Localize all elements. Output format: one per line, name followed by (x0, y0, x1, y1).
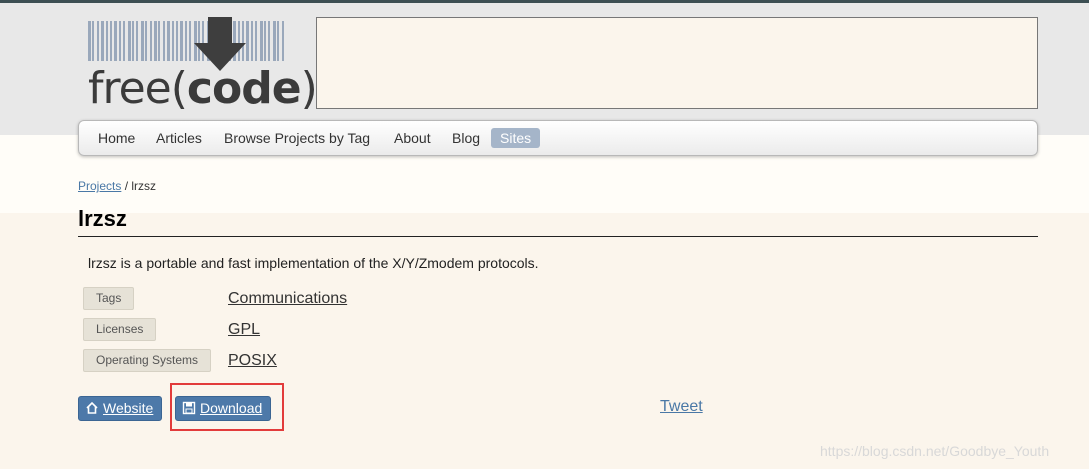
home-icon (86, 401, 98, 414)
breadcrumb-current: lrzsz (131, 179, 157, 193)
nav-browse-projects-by-tag[interactable]: Browse Projects by Tag (215, 128, 379, 148)
meta-label-tags: Tags (83, 287, 135, 310)
barcode-stripe (154, 21, 157, 61)
barcode-stripe (162, 21, 165, 61)
barcode-graphic (88, 21, 286, 61)
breadcrumb: Projects / lrzsz (78, 179, 156, 193)
barcode-stripe (123, 21, 126, 61)
barcode-stripe (259, 21, 263, 61)
meta-value-licenses[interactable]: GPL (228, 321, 260, 339)
barcode-stripe (264, 21, 266, 61)
barcode-stripe (127, 21, 131, 61)
barcode-stripe (118, 21, 121, 61)
title-divider (78, 236, 1038, 237)
barcode-stripe (281, 21, 284, 61)
breadcrumb-projects-link[interactable]: Projects (78, 179, 121, 193)
barcode-stripe (158, 21, 161, 61)
website-button[interactable]: Website (78, 396, 163, 421)
nav-about[interactable]: About (385, 128, 440, 148)
site-logo[interactable]: free(code): (88, 17, 332, 114)
barcode-stripe (255, 21, 258, 61)
barcode-stripe (92, 21, 95, 61)
barcode-stripe (180, 21, 184, 61)
main-nav: Home Articles Browse Projects by Tag Abo… (78, 120, 1038, 156)
page-title: lrzsz (78, 206, 127, 231)
barcode-stripe (171, 21, 174, 61)
barcode-stripe (132, 21, 134, 61)
breadcrumb-separator: / (124, 179, 129, 193)
barcode-stripe (145, 21, 148, 61)
meta-label-operating-systems: Operating Systems (83, 349, 212, 372)
meta-value-tags[interactable]: Communications (228, 290, 347, 308)
nav-home[interactable]: Home (89, 128, 144, 148)
watermark: https://blog.csdn.net/Goodbye_Youth (820, 443, 1050, 459)
barcode-stripe (105, 21, 108, 61)
barcode-stripe (140, 21, 144, 61)
barcode-stripe (136, 21, 139, 61)
nav-blog[interactable]: Blog (443, 128, 489, 148)
project-description: lrzsz is a portable and fast implementat… (88, 255, 539, 271)
barcode-stripe (114, 21, 118, 61)
barcode-stripe (88, 21, 91, 61)
nav-sites[interactable]: Sites (491, 128, 541, 148)
barcode-stripe (96, 21, 99, 61)
meta-value-operating-systems[interactable]: POSIX (228, 352, 277, 370)
tweet-link[interactable]: Tweet (660, 398, 703, 416)
nav-articles[interactable]: Articles (147, 128, 211, 148)
barcode-stripe (189, 21, 192, 61)
barcode-stripe (250, 21, 253, 61)
barcode-stripe (272, 21, 276, 61)
logo-wordmark: free(code): (88, 63, 332, 114)
ad-banner (316, 17, 1038, 109)
barcode-stripe (149, 21, 152, 61)
website-button-label: Website (103, 400, 154, 416)
barcode-stripe (110, 21, 112, 61)
meta-label-licenses: Licenses (83, 318, 157, 341)
barcode-stripe (167, 21, 171, 61)
barcode-stripe (277, 21, 280, 61)
download-highlight-box (170, 383, 284, 431)
barcode-stripe (268, 21, 271, 61)
barcode-stripe (101, 21, 105, 61)
barcode-stripe (184, 21, 187, 61)
barcode-stripe (176, 21, 178, 61)
